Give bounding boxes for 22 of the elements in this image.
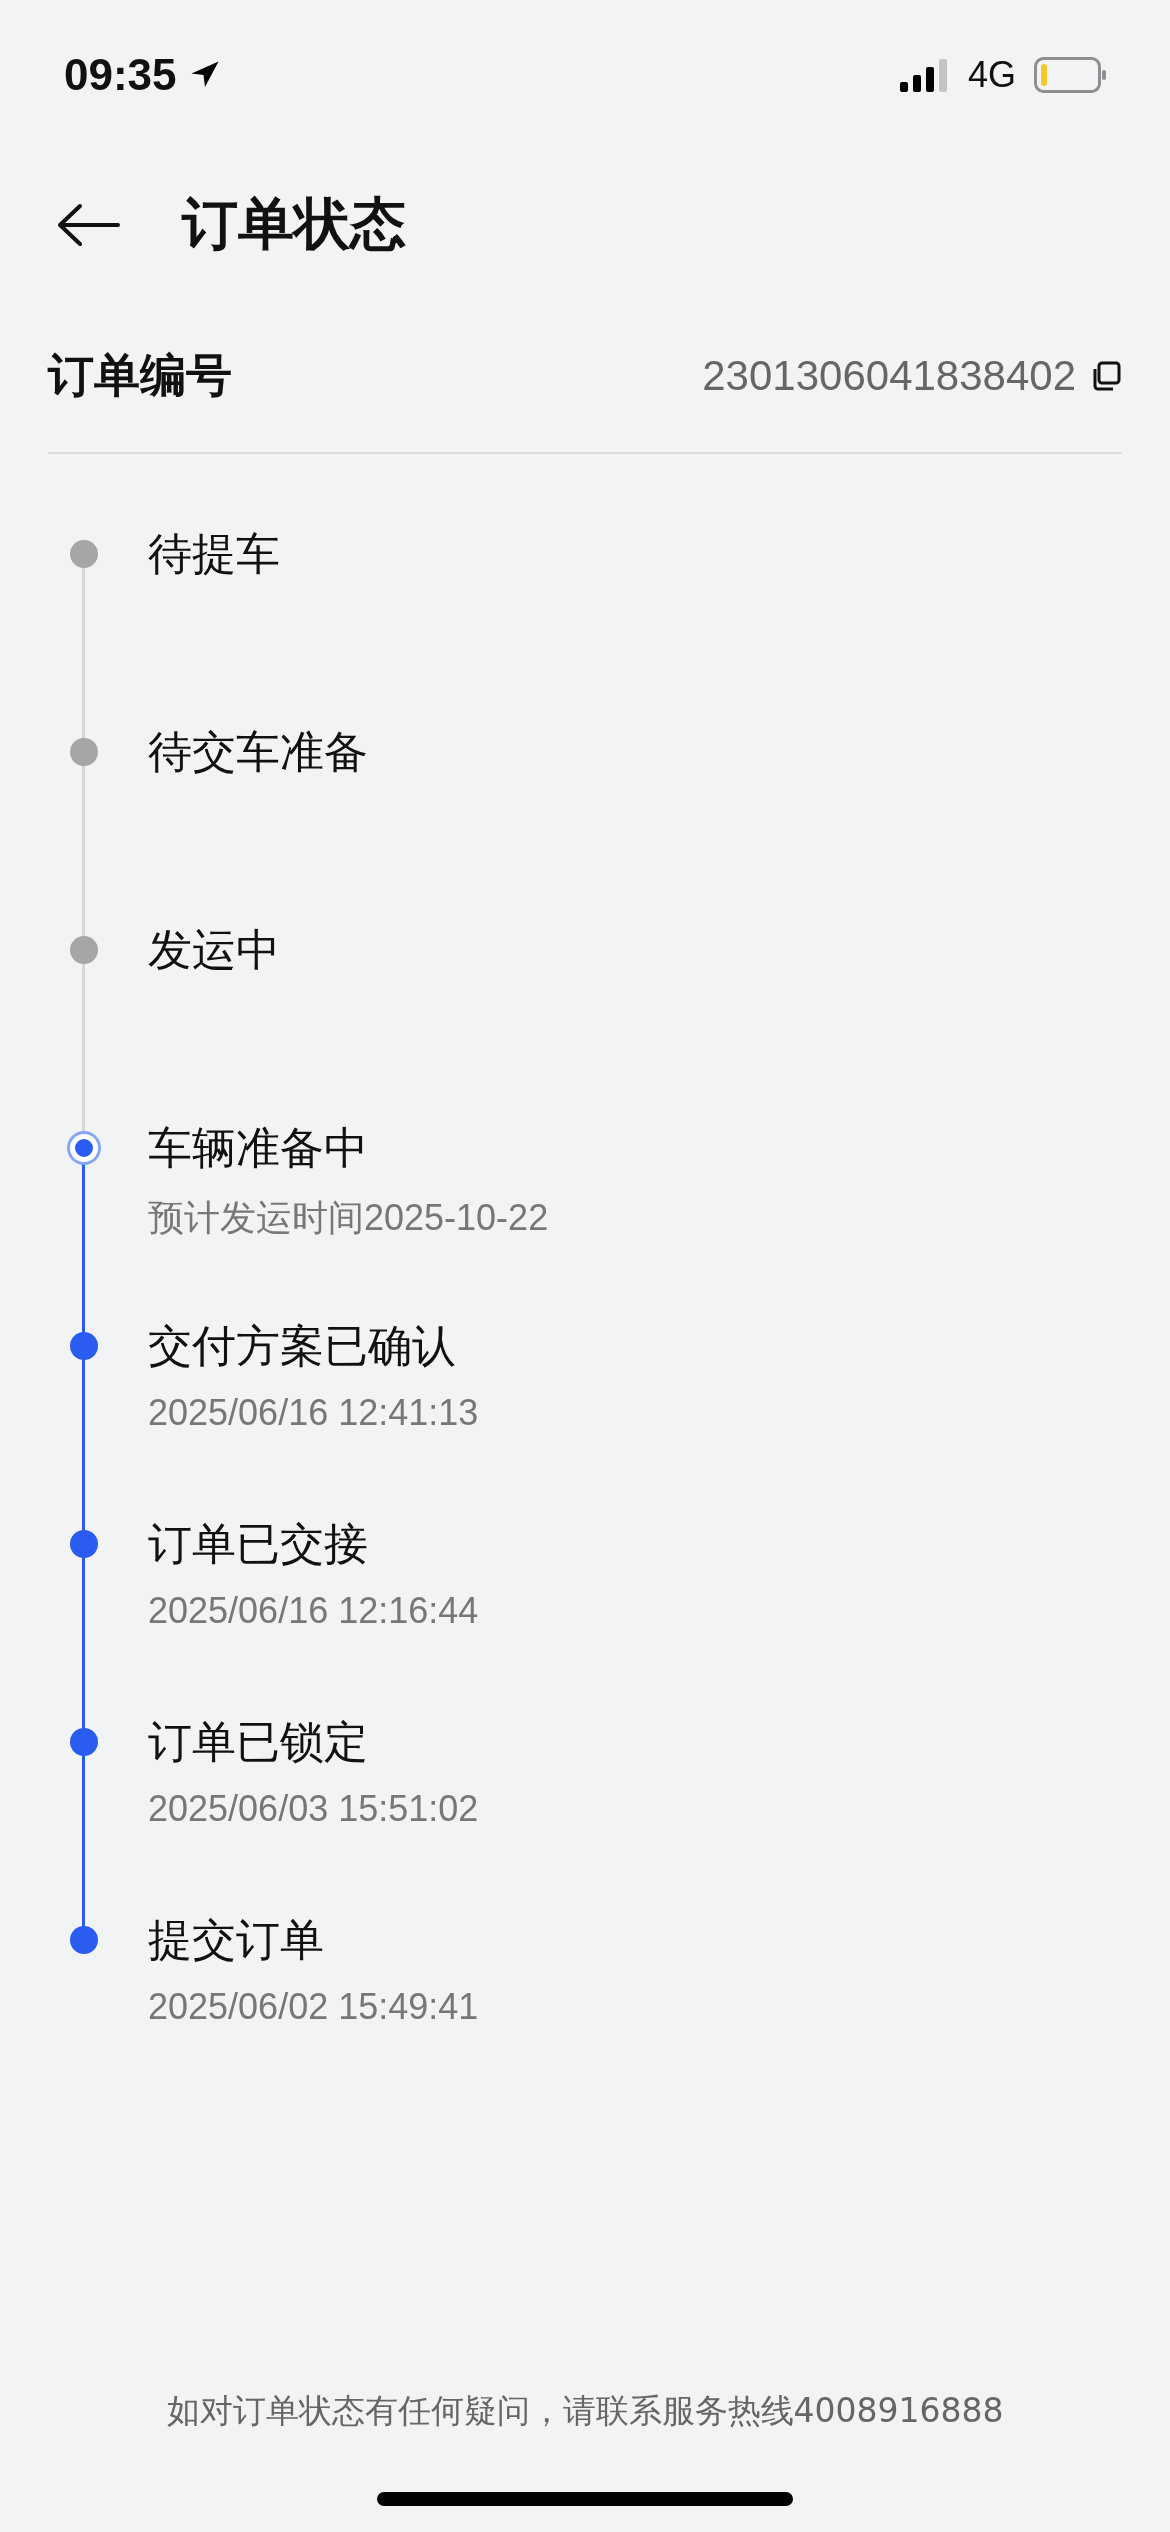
step-time: 2025/06/02 15:49:41 bbox=[148, 1986, 479, 2028]
step-title: 发运中 bbox=[148, 923, 280, 977]
network-type: 4G bbox=[967, 54, 1016, 96]
step-time: 2025/06/03 15:51:02 bbox=[148, 1788, 479, 1830]
step-title: 待提车 bbox=[148, 527, 280, 581]
step-title: 交付方案已确认 bbox=[148, 1319, 456, 1373]
step-title: 待交车准备 bbox=[148, 725, 368, 779]
step-title: 提交订单 bbox=[148, 1913, 324, 1967]
battery-icon bbox=[1034, 57, 1106, 93]
hotline-note: 如对订单状态有任何疑问，请联系服务热线4008916888 bbox=[166, 2391, 1004, 2430]
step-time: 预计发运时间2025-10-22 bbox=[148, 1196, 549, 1240]
step-time: 2025/06/16 12:16:44 bbox=[148, 1590, 479, 1632]
back-arrow-icon[interactable] bbox=[56, 203, 120, 247]
status-time: 09:35 bbox=[64, 50, 177, 100]
order-number-label: 订单编号 bbox=[48, 347, 232, 404]
step-time: 2025/06/16 12:41:13 bbox=[148, 1392, 479, 1434]
step-title: 订单已交接 bbox=[148, 1517, 368, 1571]
step-title: 车辆准备中 bbox=[148, 1121, 368, 1175]
step-title: 订单已锁定 bbox=[148, 1715, 368, 1769]
page-title: 订单状态 bbox=[182, 190, 406, 258]
order-number: 2301306041838402 bbox=[702, 352, 1076, 400]
signal-icon bbox=[899, 58, 950, 92]
